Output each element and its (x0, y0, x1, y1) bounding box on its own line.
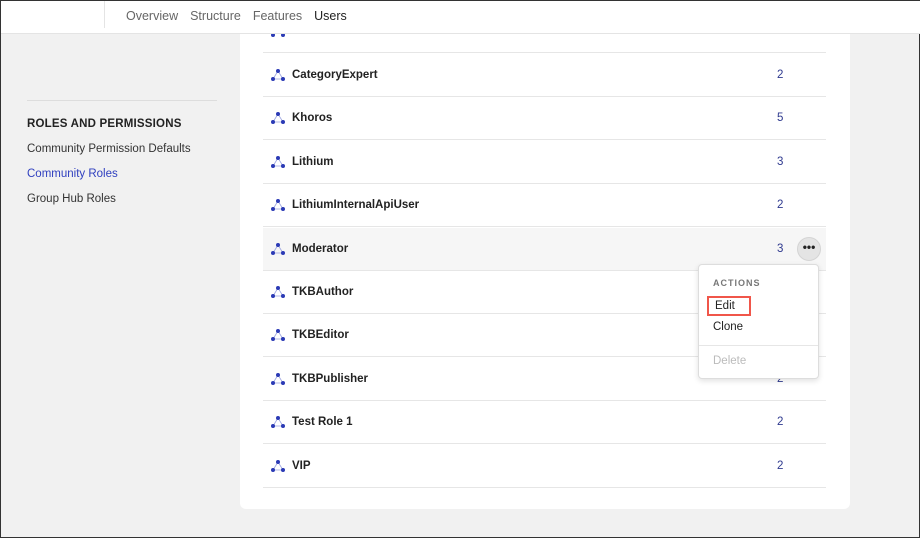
role-name[interactable]: TKBPublisher (292, 373, 368, 385)
sidebar-item-group-hub-roles[interactable]: Group Hub Roles (27, 193, 217, 205)
tab-users[interactable]: Users (314, 9, 347, 23)
menu-item-delete: Delete (713, 355, 747, 367)
role-network-icon (271, 112, 285, 125)
menu-heading: ACTIONS (713, 278, 761, 288)
sidebar-item-community-roles[interactable]: Community Roles (27, 168, 217, 180)
role-network-icon (271, 372, 285, 385)
role-name[interactable]: TKBEditor (292, 329, 349, 341)
role-user-count[interactable]: 5 (777, 112, 783, 124)
more-actions-button[interactable]: ••• (797, 236, 821, 261)
role-name[interactable]: Moderator (292, 243, 348, 255)
tab-overview[interactable]: Overview (126, 9, 178, 23)
list-item[interactable]: Test Role 1 2 (263, 401, 826, 445)
role-user-count[interactable]: 2 (777, 416, 783, 428)
list-item[interactable]: Khoros 5 (263, 97, 826, 141)
role-network-icon (271, 329, 285, 342)
role-name[interactable]: Test Role 1 (292, 416, 353, 428)
role-user-count[interactable]: 3 (777, 156, 783, 168)
role-name[interactable]: CategoryExpert (292, 69, 378, 81)
actions-menu: ACTIONS Edit Clone Delete (698, 264, 819, 379)
role-network-icon (271, 242, 285, 255)
list-item[interactable]: CategoryExpert 2 (263, 54, 826, 97)
top-nav-bar: Overview Structure Features Users (1, 1, 920, 34)
role-user-count[interactable]: 2 (777, 460, 783, 472)
nav-tabs: Overview Structure Features Users (126, 9, 347, 23)
role-network-icon (271, 69, 285, 81)
tab-features[interactable]: Features (253, 9, 302, 23)
role-name[interactable]: Khoros (292, 112, 332, 124)
role-network-icon (271, 459, 285, 472)
role-user-count[interactable]: 3 (777, 243, 783, 255)
role-user-count[interactable]: 2 (777, 199, 783, 211)
menu-item-edit[interactable]: Edit (707, 296, 751, 316)
role-name[interactable]: LithiumInternalApiUser (292, 199, 419, 211)
role-name[interactable]: VIP (292, 460, 311, 472)
role-name[interactable]: Lithium (292, 156, 334, 168)
list-item[interactable]: Lithium 3 (263, 141, 826, 184)
list-item[interactable]: LithiumInternalApiUser 2 (263, 184, 826, 228)
roles-list-card: CategoryExpert 2 Khoros 5 Lithium 3 LithiumInt… (240, 1, 850, 509)
role-network-icon (271, 416, 285, 429)
list-item[interactable]: VIP 2 (263, 445, 826, 488)
sidebar-item-community-permission-defaults[interactable]: Community Permission Defaults (27, 143, 217, 155)
role-user-count[interactable]: 2 (777, 69, 783, 81)
role-network-icon (271, 155, 285, 168)
sidebar: ROLES AND PERMISSIONS Community Permissi… (27, 100, 217, 205)
divider (699, 345, 818, 346)
tab-structure[interactable]: Structure (190, 9, 241, 23)
menu-item-clone[interactable]: Clone (713, 321, 743, 333)
role-network-icon (271, 286, 285, 298)
sidebar-heading: ROLES AND PERMISSIONS (27, 118, 182, 130)
role-name[interactable]: TKBAuthor (292, 286, 353, 298)
role-network-icon (271, 199, 285, 212)
divider (104, 1, 105, 28)
